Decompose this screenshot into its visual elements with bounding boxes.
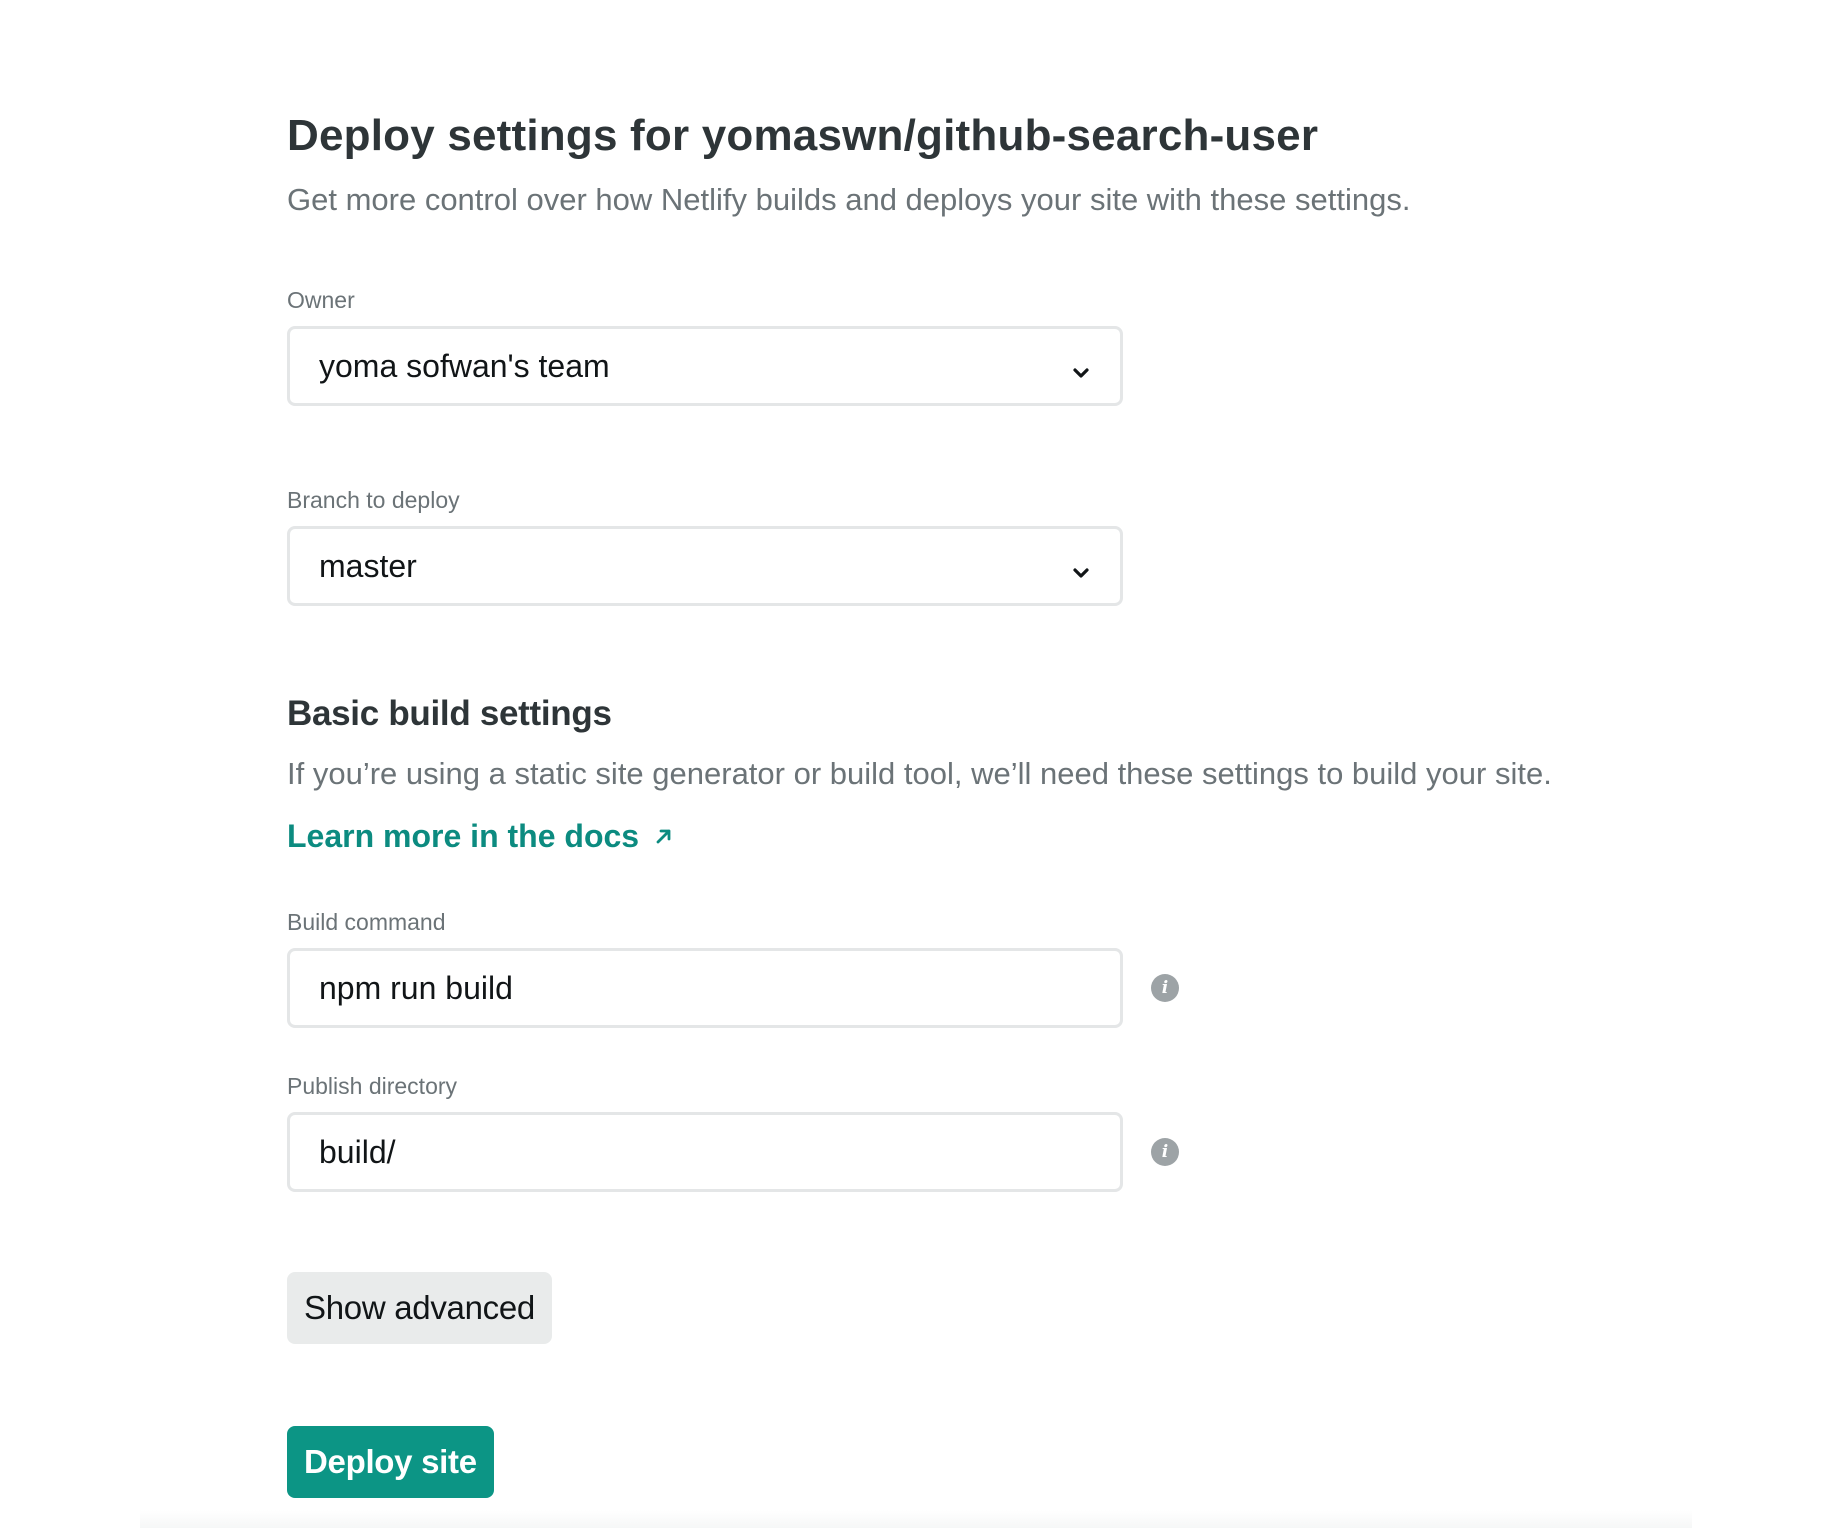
chevron-down-icon (1070, 355, 1092, 378)
publish-directory-label: Publish directory (287, 1073, 458, 1099)
build-command-input[interactable]: npm run build (287, 948, 1123, 1028)
info-icon[interactable]: i (1151, 1138, 1179, 1166)
deploy-settings-form: Deploy settings for yomaswn/github-searc… (287, 104, 1687, 1498)
chevron-down-icon (1070, 555, 1092, 578)
owner-label: Owner (287, 287, 355, 313)
owner-select-value: yoma sofwan's team (319, 347, 610, 384)
branch-select[interactable]: master (287, 526, 1123, 606)
publish-directory-value: build/ (319, 1133, 396, 1170)
page-title: Deploy settings for yomaswn/github-searc… (287, 111, 1319, 160)
info-icon[interactable]: i (1151, 974, 1179, 1002)
publish-directory-row: build/ i (287, 1102, 1687, 1192)
branch-label: Branch to deploy (287, 487, 460, 513)
build-settings-title: Basic build settings (287, 694, 612, 733)
deploy-site-button[interactable]: Deploy site (287, 1426, 494, 1498)
show-advanced-button[interactable]: Show advanced (287, 1272, 552, 1344)
arrow-up-right-icon (653, 814, 675, 858)
bottom-divider-shadow (140, 1510, 1692, 1528)
publish-directory-input[interactable]: build/ (287, 1112, 1123, 1192)
build-command-label: Build command (287, 909, 446, 935)
owner-select[interactable]: yoma sofwan's team (287, 326, 1123, 406)
deploy-settings-page: Deploy settings for yomaswn/github-searc… (0, 0, 1832, 1528)
build-settings-description: If you’re using a static site generator … (287, 756, 1552, 791)
docs-link-label: Learn more in the docs (287, 818, 640, 854)
build-command-value: npm run build (319, 969, 513, 1006)
docs-link[interactable]: Learn more in the docs (287, 814, 675, 858)
build-command-row: npm run build i (287, 938, 1687, 1028)
branch-select-value: master (319, 547, 417, 584)
page-subtitle: Get more control over how Netlify builds… (287, 182, 1411, 217)
